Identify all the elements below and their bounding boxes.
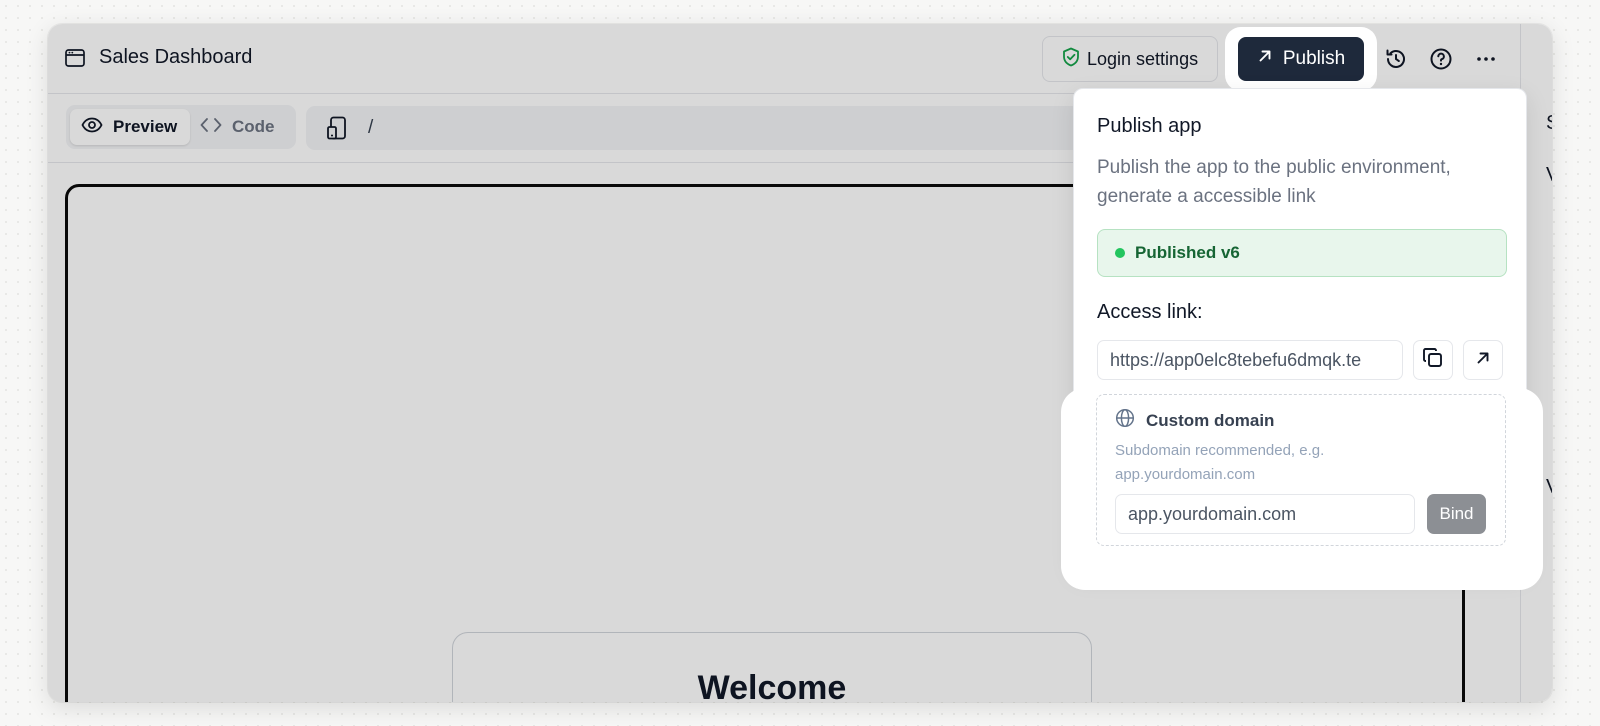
custom-domain-section: Custom domain Subdomain recommended, e.g…: [1096, 394, 1506, 546]
arrow-up-right-icon: [1257, 48, 1273, 70]
bind-button[interactable]: Bind: [1427, 494, 1486, 534]
custom-domain-hint: Subdomain recommended, e.g. app.yourdoma…: [1115, 442, 1325, 483]
publish-button[interactable]: Publish: [1238, 37, 1364, 81]
custom-domain-header: Custom domain: [1115, 408, 1274, 433]
publish-label: Publish: [1282, 48, 1346, 69]
custom-domain-title: Custom domain: [1146, 410, 1275, 430]
custom-domain-layer: Custom domain Subdomain recommended, e.g…: [1073, 88, 1527, 570]
globe-icon: [1115, 408, 1135, 433]
app-window: Sales Dashboard Login settings Preview C…: [48, 24, 1552, 702]
custom-domain-input[interactable]: app.yourdomain.com: [1115, 494, 1415, 534]
